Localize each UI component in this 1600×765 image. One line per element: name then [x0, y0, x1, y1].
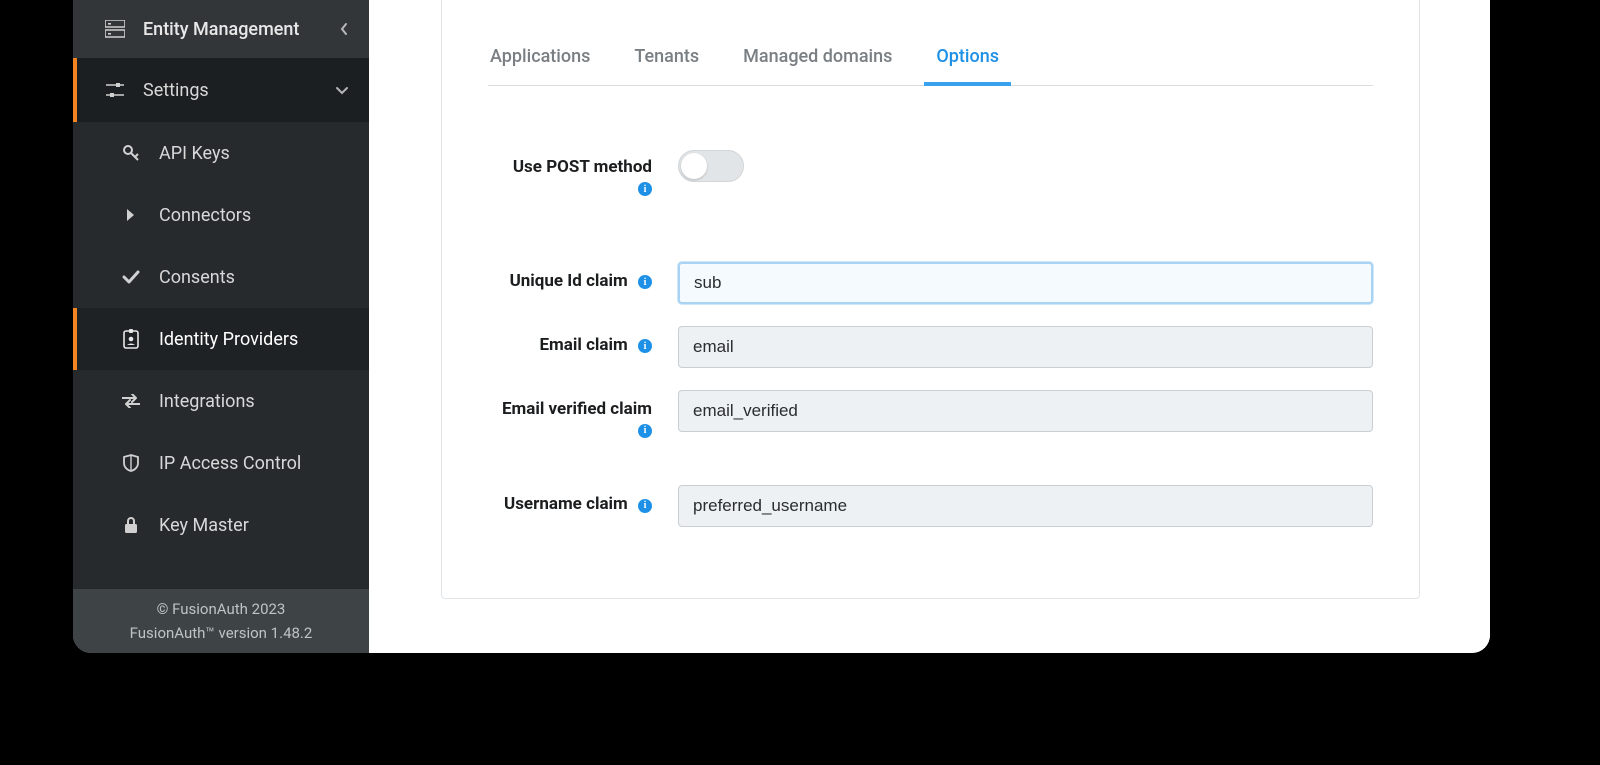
- sliders-icon: [105, 80, 125, 100]
- sidebar-top-label: Entity Management: [143, 19, 299, 40]
- key-icon: [121, 143, 141, 163]
- panel: Applications Tenants Managed domains Opt…: [441, 0, 1420, 599]
- panel-inner: Applications Tenants Managed domains Opt…: [442, 36, 1419, 579]
- sidebar-item-label: Connectors: [159, 205, 251, 226]
- info-icon[interactable]: i: [638, 339, 652, 353]
- sidebar-item-connectors[interactable]: Connectors: [73, 184, 369, 246]
- sidebar: Entity Management Settings: [73, 0, 369, 653]
- row-email: Email claim i: [488, 326, 1373, 368]
- username-input[interactable]: [678, 485, 1373, 527]
- label-username: Username claim i: [488, 485, 664, 514]
- row-unique-id: Unique Id claim i: [488, 262, 1373, 304]
- chevron-right-bold-icon: [121, 205, 141, 225]
- tab-tenants[interactable]: Tenants: [632, 36, 701, 85]
- app-window: Entity Management Settings: [73, 0, 1490, 653]
- row-username: Username claim i: [488, 485, 1373, 527]
- tab-options[interactable]: Options: [934, 36, 1001, 85]
- row-use-post: Use POST method i: [488, 148, 1373, 198]
- sidebar-scroll: Entity Management Settings: [73, 0, 369, 589]
- sidebar-item-integrations[interactable]: Integrations: [73, 370, 369, 432]
- unique-id-input[interactable]: [678, 262, 1373, 304]
- label-unique-id: Unique Id claim i: [488, 262, 664, 291]
- sidebar-item-key-master[interactable]: Key Master: [73, 494, 369, 556]
- sidebar-item-label: IP Access Control: [159, 453, 301, 474]
- sidebar-item-consents[interactable]: Consents: [73, 246, 369, 308]
- sidebar-item-ip-access-control[interactable]: IP Access Control: [73, 432, 369, 494]
- main-content: Applications Tenants Managed domains Opt…: [369, 0, 1490, 653]
- info-icon[interactable]: i: [638, 499, 652, 513]
- sidebar-item-label: Consents: [159, 267, 235, 288]
- tabs: Applications Tenants Managed domains Opt…: [488, 36, 1373, 86]
- row-email-verified: Email verified claim i: [488, 390, 1373, 440]
- info-icon[interactable]: i: [638, 424, 652, 438]
- sidebar-item-label: Key Master: [159, 515, 249, 536]
- label-email: Email claim i: [488, 326, 664, 355]
- info-icon[interactable]: i: [638, 182, 652, 196]
- exchange-icon: [121, 391, 141, 411]
- label-email-verified: Email verified claim i: [488, 390, 664, 440]
- lock-icon: [121, 515, 141, 535]
- info-icon[interactable]: i: [638, 275, 652, 289]
- footer-copyright: © FusionAuth 2023: [79, 597, 363, 621]
- sidebar-item-label: Integrations: [159, 391, 255, 412]
- sidebar-item-label: Identity Providers: [159, 329, 298, 350]
- check-icon: [121, 267, 141, 287]
- sidebar-section-label: Settings: [143, 80, 209, 101]
- stack-icon: [105, 19, 125, 39]
- shield-icon: [121, 453, 141, 473]
- sidebar-section-settings[interactable]: Settings: [73, 58, 369, 122]
- id-badge-icon: [121, 329, 141, 349]
- chevron-left-icon: [339, 22, 349, 36]
- email-verified-input[interactable]: [678, 390, 1373, 432]
- sidebar-footer: © FusionAuth 2023 FusionAuth™ version 1.…: [73, 589, 369, 653]
- tab-managed-domains[interactable]: Managed domains: [741, 36, 894, 85]
- footer-version: FusionAuth™ version 1.48.2: [79, 621, 363, 645]
- sidebar-item-entity-management[interactable]: Entity Management: [73, 0, 369, 58]
- sidebar-item-label: API Keys: [159, 143, 230, 164]
- chevron-down-icon: [335, 85, 349, 95]
- sidebar-item-api-keys[interactable]: API Keys: [73, 122, 369, 184]
- sidebar-item-identity-providers[interactable]: Identity Providers: [73, 308, 369, 370]
- label-use-post: Use POST method i: [488, 148, 664, 198]
- options-form: Use POST method i Unique Id claim i: [488, 148, 1373, 527]
- email-input[interactable]: [678, 326, 1373, 368]
- use-post-toggle[interactable]: [678, 150, 744, 182]
- toggle-knob: [681, 153, 707, 179]
- tab-applications[interactable]: Applications: [488, 36, 592, 85]
